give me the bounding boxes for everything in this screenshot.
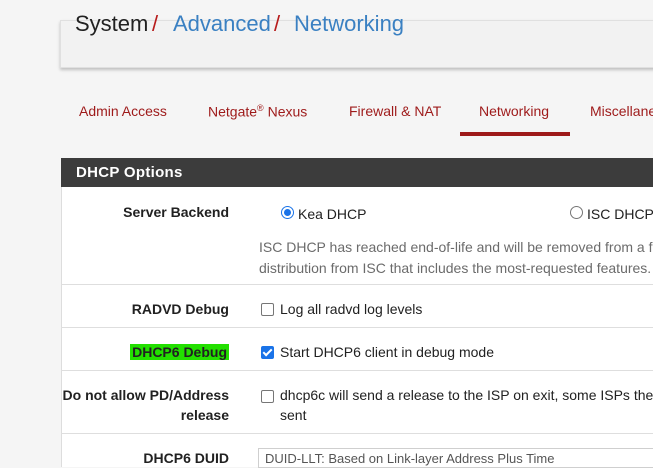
row-divider [61, 433, 653, 434]
row-divider [61, 370, 653, 371]
panel-title: DHCP Options [61, 158, 653, 187]
isc-dhcp-label[interactable]: ISC DHCP [587, 206, 653, 222]
server-backend-help-2: distribution from ISC that includes the … [259, 260, 652, 276]
breadcrumb-separator: / [152, 11, 159, 36]
isc-dhcp-radio[interactable] [570, 206, 583, 219]
dhcp6-duid-select[interactable]: DUID-LLT: Based on Link-layer Address Pl… [258, 448, 653, 468]
breadcrumb-link-advanced[interactable]: Advanced [173, 12, 271, 36]
pd-release-text-2[interactable]: sent [280, 407, 306, 423]
tab-networking[interactable]: Networking [479, 103, 549, 119]
tab-miscellaneous[interactable]: Miscellane [590, 103, 653, 119]
server-backend-label: Server Backend [123, 204, 229, 220]
registered-mark: ® [257, 103, 264, 113]
breadcrumb-link-networking[interactable]: Networking [294, 12, 404, 36]
breadcrumb-root: System [75, 11, 149, 36]
tab-nexus-label: Nexus [263, 103, 308, 120]
radvd-debug-checkbox-label[interactable]: Log all radvd log levels [280, 301, 422, 317]
radvd-debug-checkbox[interactable] [261, 303, 274, 316]
kea-dhcp-label[interactable]: Kea DHCP [298, 206, 366, 222]
active-tab-indicator [460, 132, 570, 136]
pd-release-text-1[interactable]: dhcp6c will send a release to the ISP on… [280, 387, 653, 403]
pd-release-label-2: release [180, 407, 229, 423]
pd-release-checkbox[interactable] [261, 390, 274, 403]
row-divider [61, 284, 653, 285]
tab-netgate-nexus[interactable]: Netgate® Nexus [208, 103, 307, 120]
dhcp6-debug-checkbox-label[interactable]: Start DHCP6 client in debug mode [280, 344, 494, 360]
dhcp6-duid-label: DHCP6 DUID [143, 450, 229, 466]
tab-netgate-label: Netgate [208, 103, 258, 120]
radvd-debug-label: RADVD Debug [131, 301, 229, 317]
dhcp6-debug-checkbox[interactable] [261, 346, 274, 359]
pd-release-label-1: Do not allow PD/Address [62, 387, 229, 403]
kea-dhcp-radio[interactable] [281, 206, 294, 219]
tab-admin-access[interactable]: Admin Access [79, 103, 167, 119]
server-backend-help-1: ISC DHCP has reached end-of-life and wil… [259, 239, 653, 255]
row-divider [61, 327, 653, 328]
dhcp6-debug-label: DHCP6 Debug [100, 344, 229, 360]
dhcp6-debug-label-highlight: DHCP6 Debug [130, 344, 229, 360]
tab-firewall-nat[interactable]: Firewall & NAT [349, 103, 441, 119]
breadcrumb-separator: / [274, 11, 281, 36]
